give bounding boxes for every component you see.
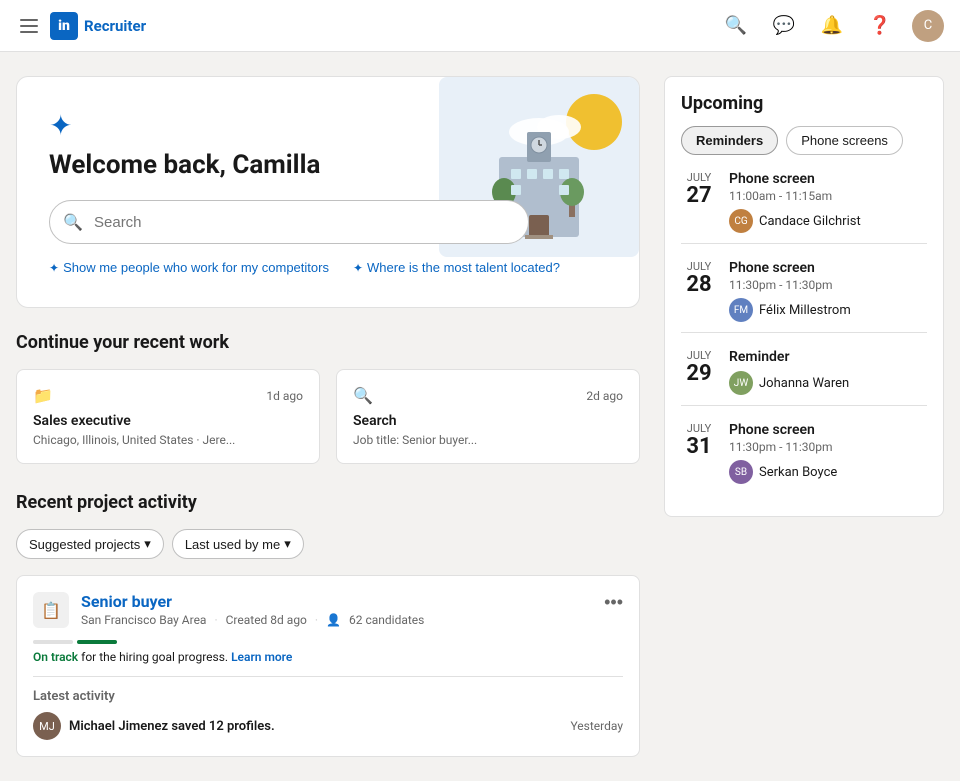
event-avatar-3: SB	[729, 460, 753, 484]
project-activity-section: Recent project activity Suggested projec…	[16, 492, 640, 757]
event-date-2: July 29	[681, 349, 717, 395]
chevron-down-icon-lastused: ▾	[284, 536, 291, 552]
project-card: 📋 Senior buyer San Francisco Bay Area · …	[16, 575, 640, 757]
upcoming-tabs: Reminders Phone screens	[681, 126, 927, 155]
event-detail-0: Phone screen 11:00am - 11:15am CG Candac…	[729, 171, 927, 233]
work-card-time-0: 1d ago	[266, 389, 303, 403]
event-person-3: SB Serkan Boyce	[729, 460, 927, 484]
main-search-input[interactable]	[49, 200, 529, 244]
event-person-2: JW Johanna Waren	[729, 371, 927, 395]
project-title[interactable]: Senior buyer	[81, 592, 592, 611]
navbar: in Recruiter 🔍 💬 🔔 ❓ C	[0, 0, 960, 52]
notification-button[interactable]: 🔔	[816, 10, 848, 42]
work-card-sub-0: Chicago, Illinois, United States · Jere.…	[33, 433, 303, 447]
main-container: ✦ Welcome back, Camilla 🔍 ✦ Show me peop…	[0, 52, 960, 781]
search-wrapper: 🔍	[49, 200, 529, 244]
user-avatar[interactable]: C	[912, 10, 944, 42]
event-avatar-0: CG	[729, 209, 753, 233]
suggestion-2-button[interactable]: ✦ Where is the most talent located?	[353, 260, 560, 275]
work-card-title-0: Sales executive	[33, 413, 303, 429]
project-card-header: 📋 Senior buyer San Francisco Bay Area · …	[33, 592, 623, 628]
filter-row: Suggested projects ▾ Last used by me ▾	[16, 529, 640, 559]
work-card-1[interactable]: 🔍 2d ago Search Job title: Senior buyer.…	[336, 369, 640, 464]
event-avatar-2: JW	[729, 371, 753, 395]
progress-segment-gray	[33, 640, 73, 644]
work-card-title-1: Search	[353, 413, 623, 429]
work-card-time-1: 2d ago	[586, 389, 623, 403]
activity-text: Michael Jimenez saved 12 profiles.	[69, 719, 562, 734]
last-used-filter[interactable]: Last used by me ▾	[172, 529, 304, 559]
event-date-1: July 28	[681, 260, 717, 322]
progress-row: On track for the hiring goal progress. L…	[33, 640, 623, 664]
project-more-button[interactable]: •••	[604, 592, 623, 613]
event-person-0: CG Candace Gilchrist	[729, 209, 927, 233]
help-button[interactable]: ❓	[864, 10, 896, 42]
help-icon: ❓	[869, 15, 891, 36]
event-date-0: July 27	[681, 171, 717, 233]
candidates-icon: 👤	[326, 613, 341, 627]
divider-2	[681, 405, 927, 406]
activity-time: Yesterday	[570, 719, 623, 733]
divider-1	[681, 332, 927, 333]
project-activity-title: Recent project activity	[16, 492, 640, 513]
project-folder-icon: 📋	[33, 592, 69, 628]
event-detail-1: Phone screen 11:30pm - 11:30pm FM Félix …	[729, 260, 927, 322]
activity-avatar: MJ	[33, 712, 61, 740]
event-group-1: July 28 Phone screen 11:30pm - 11:30pm F…	[681, 260, 927, 333]
recent-work-section: Continue your recent work 📁 1d ago Sales…	[16, 332, 640, 464]
message-icon: 💬	[773, 15, 795, 36]
suggestion-1-button[interactable]: ✦ Show me people who work for my competi…	[49, 260, 329, 275]
work-card-0[interactable]: 📁 1d ago Sales executive Chicago, Illino…	[16, 369, 320, 464]
event-detail-3: Phone screen 11:30pm - 11:30pm SB Serkan…	[729, 422, 927, 484]
chevron-down-icon-suggested: ▾	[144, 536, 151, 552]
ai-star-icon-1: ✦	[49, 261, 59, 275]
latest-activity-label: Latest activity	[33, 689, 623, 704]
sidebar: Upcoming Reminders Phone screens July 27	[664, 76, 944, 757]
upcoming-card: Upcoming Reminders Phone screens July 27	[664, 76, 944, 517]
progress-segment-green	[77, 640, 117, 644]
event-person-1: FM Félix Millestrom	[729, 298, 927, 322]
project-meta: San Francisco Bay Area · Created 8d ago …	[81, 613, 592, 627]
tab-reminders[interactable]: Reminders	[681, 126, 778, 155]
work-card-icon-1: 🔍	[353, 386, 373, 405]
event-group-2: July 29 Reminder JW Johanna Waren	[681, 349, 927, 406]
recent-work-cards: 📁 1d ago Sales executive Chicago, Illino…	[16, 369, 640, 464]
work-card-sub-1: Job title: Senior buyer...	[353, 433, 623, 447]
event-date-3: July 31	[681, 422, 717, 484]
work-card-icon-0: 📁	[33, 386, 53, 405]
ai-suggestions: ✦ Show me people who work for my competi…	[49, 260, 607, 275]
progress-text: On track for the hiring goal progress. L…	[33, 650, 623, 664]
event-group-0: July 27 Phone screen 11:00am - 11:15am C…	[681, 171, 927, 244]
hero-card: ✦ Welcome back, Camilla 🔍 ✦ Show me peop…	[16, 76, 640, 308]
ai-star-icon-2: ✦	[353, 261, 363, 275]
recent-work-title: Continue your recent work	[16, 332, 640, 353]
hamburger-menu[interactable]	[16, 15, 42, 37]
tab-phone-screens[interactable]: Phone screens	[786, 126, 903, 155]
progress-bar	[33, 640, 623, 644]
project-info: Senior buyer San Francisco Bay Area · Cr…	[81, 592, 592, 627]
content-area: ✦ Welcome back, Camilla 🔍 ✦ Show me peop…	[16, 76, 640, 757]
divider	[33, 676, 623, 677]
event-avatar-1: FM	[729, 298, 753, 322]
li-icon: in	[50, 12, 78, 40]
activity-row: MJ Michael Jimenez saved 12 profiles. Ye…	[33, 712, 623, 740]
search-button[interactable]: 🔍	[720, 10, 752, 42]
divider-0	[681, 243, 927, 244]
message-button[interactable]: 💬	[768, 10, 800, 42]
learn-more-link[interactable]: Learn more	[231, 650, 292, 664]
search-icon: 🔍	[725, 15, 747, 36]
bell-icon: 🔔	[821, 15, 843, 36]
event-detail-2: Reminder JW Johanna Waren	[729, 349, 927, 395]
event-group-3: July 31 Phone screen 11:30pm - 11:30pm S…	[681, 422, 927, 484]
suggested-projects-filter[interactable]: Suggested projects ▾	[16, 529, 164, 559]
upcoming-title: Upcoming	[681, 93, 927, 114]
linkedin-logo[interactable]: in Recruiter	[50, 12, 146, 40]
